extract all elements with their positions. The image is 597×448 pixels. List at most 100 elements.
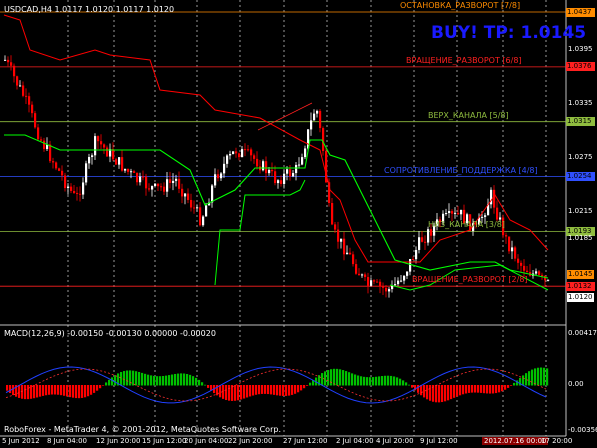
time-axis-label: 8 Jun 04:00 xyxy=(47,437,88,445)
candle-body xyxy=(526,270,529,273)
macd-bar xyxy=(471,385,474,393)
macd-bar xyxy=(195,377,198,386)
price-axis-label: 1.0395 xyxy=(568,45,593,54)
candle-body xyxy=(157,183,160,187)
macd-axis-zero: 0.00 xyxy=(568,380,584,388)
candle-body xyxy=(445,213,448,215)
candle-body xyxy=(394,284,397,286)
macd-bar xyxy=(267,385,270,395)
macd-bar xyxy=(75,385,78,399)
macd-bar xyxy=(264,385,267,394)
candle-body xyxy=(82,182,85,195)
macd-header: MACD(12,26,9) -0.00150 -0.00130 0.00000 … xyxy=(4,329,216,338)
macd-bar xyxy=(375,376,378,386)
candle-body xyxy=(460,209,463,215)
macd-bar xyxy=(321,373,324,386)
macd-bar xyxy=(477,385,480,393)
level-label: ВЕРХ_КАНАЛА [5/8] xyxy=(428,110,509,120)
macd-bar xyxy=(162,376,165,386)
macd-bar xyxy=(72,385,75,398)
candle-body xyxy=(286,169,289,174)
candle-body xyxy=(163,186,166,192)
chart-canvas[interactable] xyxy=(0,0,597,448)
candle-body xyxy=(310,120,313,130)
macd-bar xyxy=(309,382,312,386)
macd-bar xyxy=(114,375,117,386)
macd-bar xyxy=(186,373,189,386)
candle-body xyxy=(367,277,370,286)
macd-bar xyxy=(207,385,210,388)
candle-body xyxy=(283,173,286,184)
macd-bar xyxy=(417,385,420,393)
macd-bar xyxy=(537,367,540,386)
candle-body xyxy=(205,205,208,217)
candle-body xyxy=(541,274,544,276)
macd-bar xyxy=(12,385,15,396)
time-axis-label: 12 Jun 20:00 xyxy=(96,437,141,445)
candle-body xyxy=(4,59,7,61)
candle-body xyxy=(241,149,244,158)
candle-body xyxy=(100,141,103,145)
candle-body xyxy=(517,258,520,263)
candle-body xyxy=(400,280,403,282)
candle-body xyxy=(271,169,274,172)
macd-bar xyxy=(453,385,456,398)
candle-body xyxy=(427,229,430,243)
candle-body xyxy=(373,280,376,282)
candle-body xyxy=(94,136,97,156)
macd-bar xyxy=(336,368,339,386)
macd-bar xyxy=(252,385,255,396)
macd-bar xyxy=(378,376,381,386)
macd-bar xyxy=(39,385,42,397)
macd-bar xyxy=(297,385,300,393)
candle-body xyxy=(334,224,337,230)
candle-body xyxy=(397,280,400,285)
candle-body xyxy=(421,237,424,242)
macd-bar xyxy=(159,376,162,386)
macd-bar xyxy=(219,385,222,398)
macd-bar xyxy=(261,385,264,394)
macd-bar xyxy=(156,376,159,386)
candle-body xyxy=(418,237,421,250)
macd-bar xyxy=(93,385,96,393)
macd-bar xyxy=(540,367,543,386)
macd-bar xyxy=(228,385,231,401)
candle-body xyxy=(340,238,343,242)
candle-body xyxy=(496,207,499,220)
candle-body xyxy=(238,153,241,158)
price-axis-label: 1.0335 xyxy=(568,99,593,108)
candle-body xyxy=(217,174,220,179)
candle-body xyxy=(514,247,517,259)
macd-bar xyxy=(48,385,51,395)
macd-bar xyxy=(249,385,252,397)
macd-bar xyxy=(429,385,432,401)
macd-bar xyxy=(189,374,192,386)
level-price-tag: 1.0254 xyxy=(566,172,595,182)
candle-body xyxy=(247,149,250,151)
candle-body xyxy=(535,271,538,274)
macd-bar xyxy=(138,371,141,386)
time-axis-label: 9 Jul 12:00 xyxy=(420,437,458,445)
candle-body xyxy=(250,149,253,156)
macd-bar xyxy=(366,377,369,386)
candle-body xyxy=(28,96,31,105)
time-axis-label: 20 Jun 04:00 xyxy=(184,437,229,445)
macd-bar xyxy=(303,385,306,389)
macd-bar xyxy=(276,385,279,396)
macd-bar xyxy=(273,385,276,395)
macd-bar xyxy=(348,372,351,386)
candle-body xyxy=(22,85,25,96)
candle-body xyxy=(484,215,487,217)
macd-bar xyxy=(135,371,138,386)
candle-body xyxy=(379,281,382,287)
time-axis-label: 4 Jul 20:00 xyxy=(376,437,414,445)
macd-bar xyxy=(462,385,465,395)
macd-bar xyxy=(408,384,411,386)
candle-body xyxy=(232,151,235,155)
candle-body xyxy=(262,161,265,171)
macd-bar xyxy=(546,368,549,386)
candle-body xyxy=(79,193,82,195)
candle-body xyxy=(352,254,355,265)
candle-body xyxy=(142,176,145,178)
macd-bar xyxy=(342,370,345,386)
